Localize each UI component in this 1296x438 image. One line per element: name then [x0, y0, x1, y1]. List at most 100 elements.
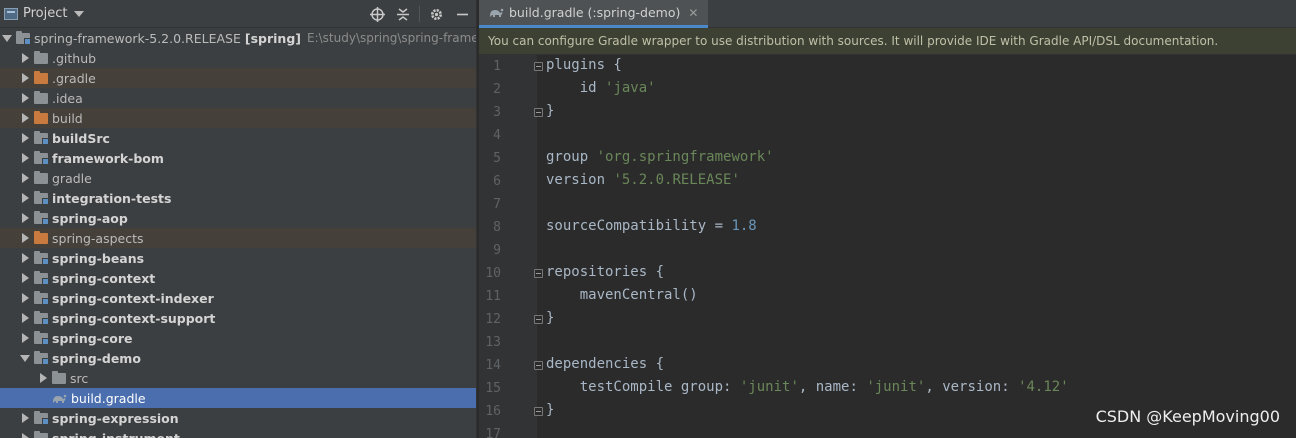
- close-icon[interactable]: ✕: [688, 6, 698, 20]
- tree-item-label: .idea: [52, 90, 83, 106]
- tree-item-spring-context-support[interactable]: spring-context-support: [0, 308, 476, 328]
- tree-item-gradle[interactable]: gradle: [0, 168, 476, 188]
- module-folder-icon: [34, 250, 49, 265]
- tree-item-framework-bom[interactable]: framework-bom: [0, 148, 476, 168]
- line-number: 6: [493, 174, 501, 189]
- chevron-right-icon[interactable]: [18, 148, 32, 168]
- module-folder-icon: [34, 130, 49, 145]
- chevron-right-icon[interactable]: [18, 228, 32, 248]
- code-text: plugins {: [546, 57, 622, 73]
- tree-item-spring-context[interactable]: spring-context: [0, 268, 476, 288]
- tree-item-label: spring-instrument: [52, 430, 180, 438]
- tree-item-spring-framework-5-2-0-release[interactable]: spring-framework-5.2.0.RELEASE [spring] E:…: [0, 28, 476, 48]
- line-number: 7: [493, 197, 501, 212]
- tree-item-spring-beans[interactable]: spring-beans: [0, 248, 476, 268]
- tree-item-build[interactable]: build: [0, 108, 476, 128]
- chevron-right-icon[interactable]: [18, 308, 32, 328]
- fold-marker-icon[interactable]: [534, 361, 543, 370]
- excluded-folder-icon: [34, 110, 48, 124]
- gear-icon[interactable]: [426, 4, 446, 24]
- tree-item-spring-aop[interactable]: spring-aop: [0, 208, 476, 228]
- line-number: 9: [493, 243, 501, 258]
- tree-item-label: spring-context: [52, 270, 156, 286]
- number-literal: 1.8: [731, 218, 757, 234]
- module-tag: [spring]: [244, 30, 301, 46]
- tree-item-spring-aspects[interactable]: spring-aspects: [0, 228, 476, 248]
- chevron-right-icon[interactable]: [18, 248, 32, 268]
- tree-item-label: spring-expression: [52, 410, 179, 426]
- folder-icon: [52, 370, 66, 384]
- code-text: }: [546, 310, 555, 326]
- tree-item-label: src: [70, 370, 89, 386]
- chevron-right-icon[interactable]: [18, 188, 32, 208]
- fold-marker-icon[interactable]: [534, 62, 543, 71]
- tree-item-integration-tests[interactable]: integration-tests: [0, 188, 476, 208]
- tab-build-gradle[interactable]: build.gradle (:spring-demo) ✕: [479, 0, 709, 28]
- tree-item-src[interactable]: src: [0, 368, 476, 388]
- tree-item-idea[interactable]: .idea: [0, 88, 476, 108]
- tree-item-label: spring-context-indexer: [52, 290, 214, 306]
- string-literal: 'junit': [866, 379, 926, 395]
- chevron-right-icon[interactable]: [18, 88, 32, 108]
- tree-item-spring-demo[interactable]: spring-demo: [0, 348, 476, 368]
- fold-marker-icon[interactable]: [534, 108, 543, 117]
- tree-item-label: .github: [52, 50, 97, 66]
- code-line: sourceCompatibility = 1.8: [546, 218, 757, 234]
- tree-item-label: spring-context-support: [52, 310, 216, 326]
- line-number: 11: [485, 289, 501, 304]
- fold-marker-icon[interactable]: [534, 315, 543, 324]
- module-folder-icon: [34, 330, 49, 345]
- code-line: }: [546, 310, 554, 326]
- chevron-down-icon[interactable]: [18, 348, 32, 368]
- editor-tab-bar: build.gradle (:spring-demo) ✕: [479, 0, 1296, 28]
- chevron-right-icon[interactable]: [18, 428, 32, 438]
- code-line: }: [546, 402, 554, 418]
- tree-item-spring-core[interactable]: spring-core: [0, 328, 476, 348]
- tree-item-label: spring-beans: [52, 250, 145, 266]
- chevron-right-icon[interactable]: [18, 168, 32, 188]
- chevron-right-icon[interactable]: [18, 328, 32, 348]
- excluded-folder-icon: [34, 70, 48, 84]
- tree-item-github[interactable]: .github: [0, 48, 476, 68]
- code-line: plugins {: [546, 57, 622, 73]
- tree-item-label: spring-core: [52, 330, 133, 346]
- code-line: }: [546, 103, 554, 119]
- chevron-right-icon[interactable]: [18, 68, 32, 88]
- code-text: group: [546, 149, 597, 165]
- toolbar-separator: [419, 6, 420, 22]
- fold-marker-icon[interactable]: [534, 269, 543, 278]
- chevron-right-icon[interactable]: [18, 208, 32, 228]
- tree-item-label: gradle: [52, 170, 92, 186]
- module-folder-icon: [34, 190, 49, 205]
- tree-item-spring-context-indexer[interactable]: spring-context-indexer: [0, 288, 476, 308]
- chevron-down-icon[interactable]: [0, 28, 14, 48]
- code-text: }: [546, 103, 555, 119]
- tree-item-buildsrc[interactable]: buildSrc: [0, 128, 476, 148]
- collapse-all-icon[interactable]: [393, 4, 413, 24]
- line-number: 4: [493, 128, 501, 143]
- tree-item-build-gradle[interactable]: build.gradle: [0, 388, 476, 408]
- tree-item-gradle[interactable]: .gradle: [0, 68, 476, 88]
- code-text: dependencies {: [546, 356, 665, 372]
- tree-item-spring-expression[interactable]: spring-expression: [0, 408, 476, 428]
- chevron-right-icon[interactable]: [36, 368, 50, 388]
- chevron-right-icon[interactable]: [18, 48, 32, 68]
- line-number: 13: [485, 335, 501, 350]
- tree-item-label: .gradle: [52, 70, 96, 86]
- chevron-right-icon[interactable]: [18, 128, 32, 148]
- chevron-down-icon[interactable]: [74, 10, 85, 17]
- project-panel: Project spring-framework-5.2.0.RELEASE [s…: [0, 0, 476, 438]
- project-view-selector[interactable]: Project: [23, 6, 67, 21]
- locate-icon[interactable]: [367, 4, 387, 24]
- chevron-right-icon[interactable]: [18, 288, 32, 308]
- chevron-right-icon[interactable]: [18, 408, 32, 428]
- tree-item-spring-instrument[interactable]: spring-instrument: [0, 428, 476, 438]
- code-editor[interactable]: 1 2 3 4 5 6 7 8 9 10 11 12 13 14 15 16 17 plugins { id '…: [479, 55, 1296, 438]
- project-tree[interactable]: spring-framework-5.2.0.RELEASE [spring] E:…: [0, 28, 476, 438]
- chevron-right-icon[interactable]: [18, 108, 32, 128]
- folder-icon: [34, 50, 48, 64]
- minimize-icon[interactable]: [452, 4, 472, 24]
- code-text: mavenCentral(): [546, 287, 698, 303]
- fold-marker-icon[interactable]: [534, 407, 543, 416]
- chevron-right-icon[interactable]: [18, 268, 32, 288]
